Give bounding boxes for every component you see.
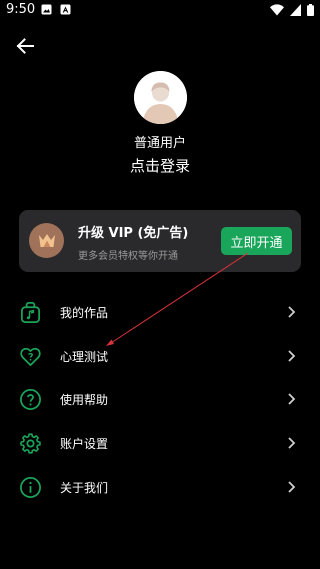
default-user-avatar-icon — [134, 71, 187, 124]
image-notification-icon — [41, 4, 52, 15]
arrow-left-icon — [16, 38, 34, 54]
chevron-right-icon — [288, 350, 296, 362]
vip-badge — [29, 223, 64, 258]
menu-item-label: 心理测试 — [60, 350, 109, 364]
menu-item-help[interactable]: 使用帮助 — [0, 380, 320, 418]
vip-subtitle: 更多会员特权等你开通 — [78, 251, 178, 262]
chevron-right-icon — [288, 437, 296, 449]
cellular-signal-icon — [290, 4, 301, 16]
app-notification-icon — [60, 4, 71, 15]
activate-vip-button[interactable]: 立即开通 — [221, 227, 292, 255]
chevron-right-icon — [288, 481, 296, 493]
chevron-right-icon — [288, 306, 296, 318]
menu-item-psych-test[interactable]: 心理测试 — [0, 337, 320, 375]
battery-icon — [307, 4, 314, 16]
status-bar: 9:50 — [0, 0, 320, 22]
gear-icon — [20, 433, 41, 454]
chevron-right-icon — [288, 393, 296, 405]
status-icons — [270, 4, 314, 16]
menu-item-account-settings[interactable]: 账户设置 — [0, 424, 320, 462]
wifi-icon — [270, 4, 284, 16]
status-time: 9:50 — [6, 2, 36, 17]
menu-item-label: 账户设置 — [60, 437, 109, 451]
user-type-label: 普通用户 — [133, 136, 186, 151]
heart-test-icon — [20, 347, 41, 366]
login-link[interactable]: 点击登录 — [0, 155, 320, 176]
menu-item-label: 关于我们 — [60, 481, 109, 495]
vip-title: 升级 VIP (免广告) — [78, 226, 189, 241]
info-icon — [20, 477, 41, 498]
menu-item-label: 使用帮助 — [60, 393, 109, 407]
menu-item-label: 我的作品 — [60, 306, 109, 320]
back-button[interactable] — [12, 34, 38, 58]
music-bag-icon — [21, 302, 40, 323]
menu-item-about-us[interactable]: 关于我们 — [0, 468, 320, 506]
vip-crown-icon — [38, 233, 55, 247]
help-icon — [20, 389, 41, 410]
menu-item-my-works[interactable]: 我的作品 — [0, 293, 320, 331]
avatar[interactable] — [134, 71, 187, 124]
vip-upgrade-card[interactable]: 升级 VIP (免广告) 更多会员特权等你开通 立即开通 — [19, 210, 301, 272]
